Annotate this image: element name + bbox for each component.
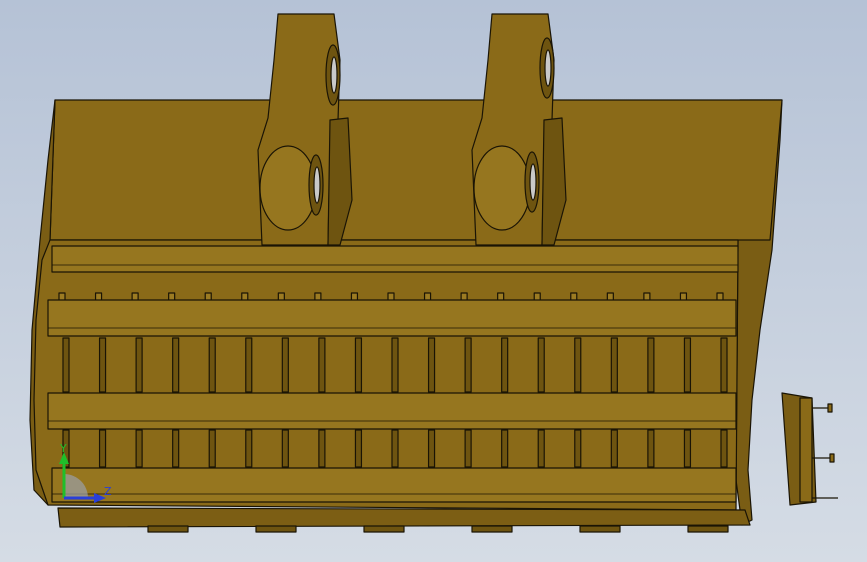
bucket-back-wall: [49, 99, 783, 241]
vertical-rib: [281, 337, 289, 393]
bucket-model[interactable]: [29, 13, 838, 533]
vertical-rib: [354, 337, 363, 393]
vertical-rib: [318, 337, 326, 393]
vertical-rib: [208, 429, 216, 468]
vertical-rib: [501, 337, 509, 393]
vertical-rib: [135, 429, 143, 468]
triad-z-label: Z: [104, 485, 112, 498]
vertical-rib: [245, 337, 253, 393]
vertical-rib: [391, 429, 399, 468]
vertical-rib: [464, 429, 472, 468]
tooth-adapter: [579, 525, 621, 533]
top-rail: [51, 245, 739, 273]
vertical-rib: [172, 429, 180, 468]
vertical-rib: [647, 337, 655, 393]
tooth-adapter: [687, 525, 729, 533]
tooth-adapter: [255, 525, 297, 533]
side-bracket: [781, 392, 838, 506]
bar-middle: [47, 392, 737, 430]
cutting-edge: [57, 507, 751, 528]
cad-viewport[interactable]: Y Z: [0, 0, 867, 562]
lift-arm-left: [257, 13, 353, 246]
vertical-rib: [537, 337, 545, 393]
vertical-rib: [135, 337, 143, 393]
vertical-rib: [720, 429, 728, 468]
vertical-rib: [501, 429, 509, 468]
vertical-rib: [574, 429, 582, 468]
vertical-rib: [318, 429, 326, 468]
vertical-rib: [683, 337, 692, 393]
bar-upper: [47, 299, 737, 337]
vertical-rib: [537, 429, 545, 468]
vertical-rib: [245, 429, 253, 468]
vertical-rib: [98, 337, 107, 393]
vertical-rib: [62, 337, 70, 393]
pin-left-upper: [330, 56, 338, 94]
lift-arm-right: [471, 13, 567, 246]
vertical-rib: [208, 337, 216, 393]
vertical-rib: [427, 429, 436, 468]
vertical-rib: [354, 429, 363, 468]
vertical-rib: [647, 429, 655, 468]
tooth-adapter: [471, 525, 513, 533]
vertical-rib: [720, 337, 728, 393]
bar-lower: [51, 467, 737, 503]
tooth-adapter: [363, 525, 405, 533]
pin-right-lower: [529, 163, 537, 201]
vertical-rib: [281, 429, 289, 468]
pin-right-upper: [544, 49, 552, 87]
vertical-rib: [98, 429, 107, 468]
vertical-rib: [610, 429, 618, 468]
triad-y-label: Y: [59, 442, 67, 455]
vertical-rib: [574, 337, 582, 393]
vertical-rib: [464, 337, 472, 393]
vertical-rib: [172, 337, 180, 393]
vertical-rib: [391, 337, 399, 393]
bucket-model-view[interactable]: Y Z: [0, 0, 867, 562]
pin-left-lower: [313, 166, 321, 204]
tooth-adapter: [147, 525, 189, 533]
vertical-rib: [610, 337, 618, 393]
vertical-rib: [427, 337, 436, 393]
vertical-rib: [683, 429, 692, 468]
